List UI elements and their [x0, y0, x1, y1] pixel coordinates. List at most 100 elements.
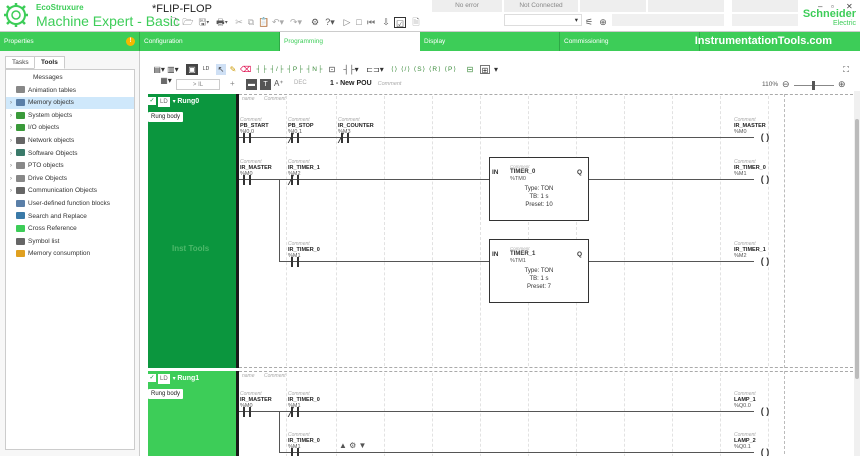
contact-nc[interactable]	[287, 407, 302, 417]
timer-block[interactable]: IN Q Comment TIMER_1 %TM1 Type: TON TB: 1 s Pre…	[489, 239, 589, 303]
coil[interactable]: ( )	[758, 406, 772, 416]
connect-icon[interactable]: ⚟	[584, 16, 594, 29]
settings-icon[interactable]: ⚙	[308, 16, 322, 29]
box-icon[interactable]: ⊞	[480, 65, 490, 75]
dec-button[interactable]: DEC	[294, 80, 307, 86]
rung-language-select[interactable]: LD	[158, 97, 170, 107]
fb-insert-icon[interactable]: ⊏⊐▾	[366, 64, 384, 75]
coil[interactable]: ( )	[758, 447, 772, 456]
redo-icon[interactable]: ↷▾	[288, 16, 304, 29]
parallel-branch-icon[interactable]: ┤├▾	[342, 64, 360, 75]
contact-tools-icons[interactable]: ┤├ ┤/├ ┤P├ ┤N├	[256, 64, 324, 75]
zoom-in-icon[interactable]: ⊕	[838, 79, 846, 90]
tree-item[interactable]: › Communication Objects	[6, 185, 134, 197]
pencil-icon[interactable]: ✎	[228, 64, 238, 75]
rung-name-hint[interactable]: name	[242, 96, 255, 102]
chevron-right-icon[interactable]: ›	[6, 160, 16, 172]
copy-icon[interactable]: ⧉	[246, 16, 256, 29]
operate-block-icon[interactable]: ⊟	[464, 64, 476, 75]
convert-il-button[interactable]: > IL	[176, 79, 220, 90]
coil[interactable]: ( )	[758, 132, 772, 142]
tab-display[interactable]: Display	[420, 32, 560, 51]
contact-nc[interactable]	[337, 133, 352, 143]
tab-configuration[interactable]: Configuration	[140, 32, 280, 51]
tab-commissioning[interactable]: Commissioning	[560, 32, 700, 51]
eraser-icon[interactable]: ⌫	[240, 64, 251, 75]
zoom-slider-thumb[interactable]	[812, 81, 815, 90]
tree-item[interactable]: Memory consumption	[6, 248, 134, 260]
tab-programming[interactable]: Programming	[280, 32, 420, 51]
tree-item[interactable]: › I/O objects	[6, 122, 134, 134]
vertical-scrollbar[interactable]	[854, 91, 860, 456]
chevron-right-icon[interactable]: ›	[6, 185, 16, 197]
paste-icon[interactable]: 📋	[258, 16, 269, 29]
chevron-right-icon[interactable]: ›	[6, 148, 16, 160]
stop-icon[interactable]: □	[354, 16, 364, 29]
scrollbar-thumb[interactable]	[855, 119, 859, 379]
ld-label-icon[interactable]: LD	[200, 64, 212, 75]
font-size-icon[interactable]: A⁺	[274, 79, 284, 88]
chevron-right-icon[interactable]: ›	[6, 122, 16, 134]
coil[interactable]: ( )	[758, 256, 772, 266]
chevron-right-icon[interactable]: ›	[6, 135, 16, 147]
coil[interactable]: ( )	[758, 174, 772, 184]
contact-no[interactable]	[288, 448, 302, 456]
contact-no[interactable]	[240, 175, 254, 185]
rung-body-dropdown[interactable]: Rung body	[148, 112, 184, 122]
run-icon[interactable]: ▷	[342, 16, 352, 29]
tree-item[interactable]: › Drive Objects	[6, 173, 134, 185]
add-button[interactable]: +	[230, 79, 235, 88]
rung-checkbox[interactable]: ✓	[148, 97, 156, 106]
tree-item[interactable]: › Network objects	[6, 135, 134, 147]
expand-icon[interactable]: ⛶	[840, 64, 852, 75]
tree-item[interactable]: › System objects	[6, 110, 134, 122]
ld-mode-icon[interactable]: ▣	[186, 64, 198, 75]
contact-nc[interactable]	[287, 133, 302, 143]
rung-view-icon[interactable]: ▬	[246, 79, 257, 90]
coil-tools-icons[interactable]: ⟨⟩ ⟨/⟩ ⟨S⟩ ⟨R⟩ ⟨P⟩	[386, 64, 462, 75]
cut-icon[interactable]: ✂	[234, 16, 244, 29]
tree-item[interactable]: Search and Replace	[6, 211, 134, 223]
rung-comment-hint[interactable]: Comment	[264, 373, 286, 379]
help-icon[interactable]: ?▾	[322, 16, 338, 29]
tree-item[interactable]: › PTO objects	[6, 160, 134, 172]
chevron-right-icon[interactable]: ›	[6, 173, 16, 185]
tree-item[interactable]: Cross Reference	[6, 223, 134, 235]
tree-item[interactable]: › Software Objects	[6, 148, 134, 160]
timer-block[interactable]: IN Q Comment TIMER_0 %TM0 Type: TON TB: 1 s Pre…	[489, 157, 589, 221]
contact-no[interactable]	[240, 133, 254, 143]
bottom-nav-control[interactable]: ▲ ⚙ ▼	[339, 441, 366, 450]
tree-item[interactable]: › Memory objects	[6, 97, 134, 110]
compare-block-icon[interactable]: ⊡	[326, 64, 338, 75]
tab-tasks[interactable]: Tasks	[5, 56, 36, 69]
rung-language-select[interactable]: LD	[158, 374, 170, 384]
connection-select[interactable]: ▾	[504, 14, 582, 26]
save-icon[interactable]: 🖫▾	[196, 16, 212, 29]
rung-insert-icons[interactable]: ▤▾ ▥▾ ▦▾	[150, 64, 182, 85]
rung-checkbox[interactable]: ✓	[148, 374, 156, 383]
link-icon[interactable]: ⊕	[598, 16, 608, 29]
step-back-icon[interactable]: ⏮	[366, 16, 376, 29]
tab-properties[interactable]: Properties !	[0, 32, 140, 51]
box-dropdown-icon[interactable]: ▾	[492, 64, 500, 75]
upload-icon[interactable]: ⇩	[380, 16, 392, 29]
chevron-right-icon[interactable]: ›	[6, 110, 16, 122]
open-folder-icon[interactable]: 🗁	[182, 16, 194, 29]
tree-item[interactable]: User-defined function blocks	[6, 198, 134, 210]
tab-tools[interactable]: Tools	[34, 56, 65, 69]
new-file-icon[interactable]: 🗋	[168, 16, 180, 29]
rung-name-hint[interactable]: name	[242, 373, 255, 379]
undo-icon[interactable]: ↶▾	[270, 16, 286, 29]
contact-no[interactable]	[288, 257, 302, 267]
text-view-icon[interactable]: T	[260, 79, 271, 90]
zoom-out-icon[interactable]: ⊖	[782, 79, 790, 90]
tree-item[interactable]: Messages	[6, 72, 134, 84]
tree-item[interactable]: Animation tables	[6, 85, 134, 97]
report-icon[interactable]: 🗎	[410, 16, 422, 29]
contact-nc[interactable]	[287, 175, 302, 185]
chevron-right-icon[interactable]: ›	[6, 97, 16, 109]
print-icon[interactable]: 🖶▾	[214, 16, 230, 29]
checkbox-icon[interactable]: ☑	[394, 17, 406, 29]
rung-body-dropdown[interactable]: Rung body	[148, 389, 184, 399]
zoom-control[interactable]: 110% ⊖ ⊕	[762, 79, 852, 91]
